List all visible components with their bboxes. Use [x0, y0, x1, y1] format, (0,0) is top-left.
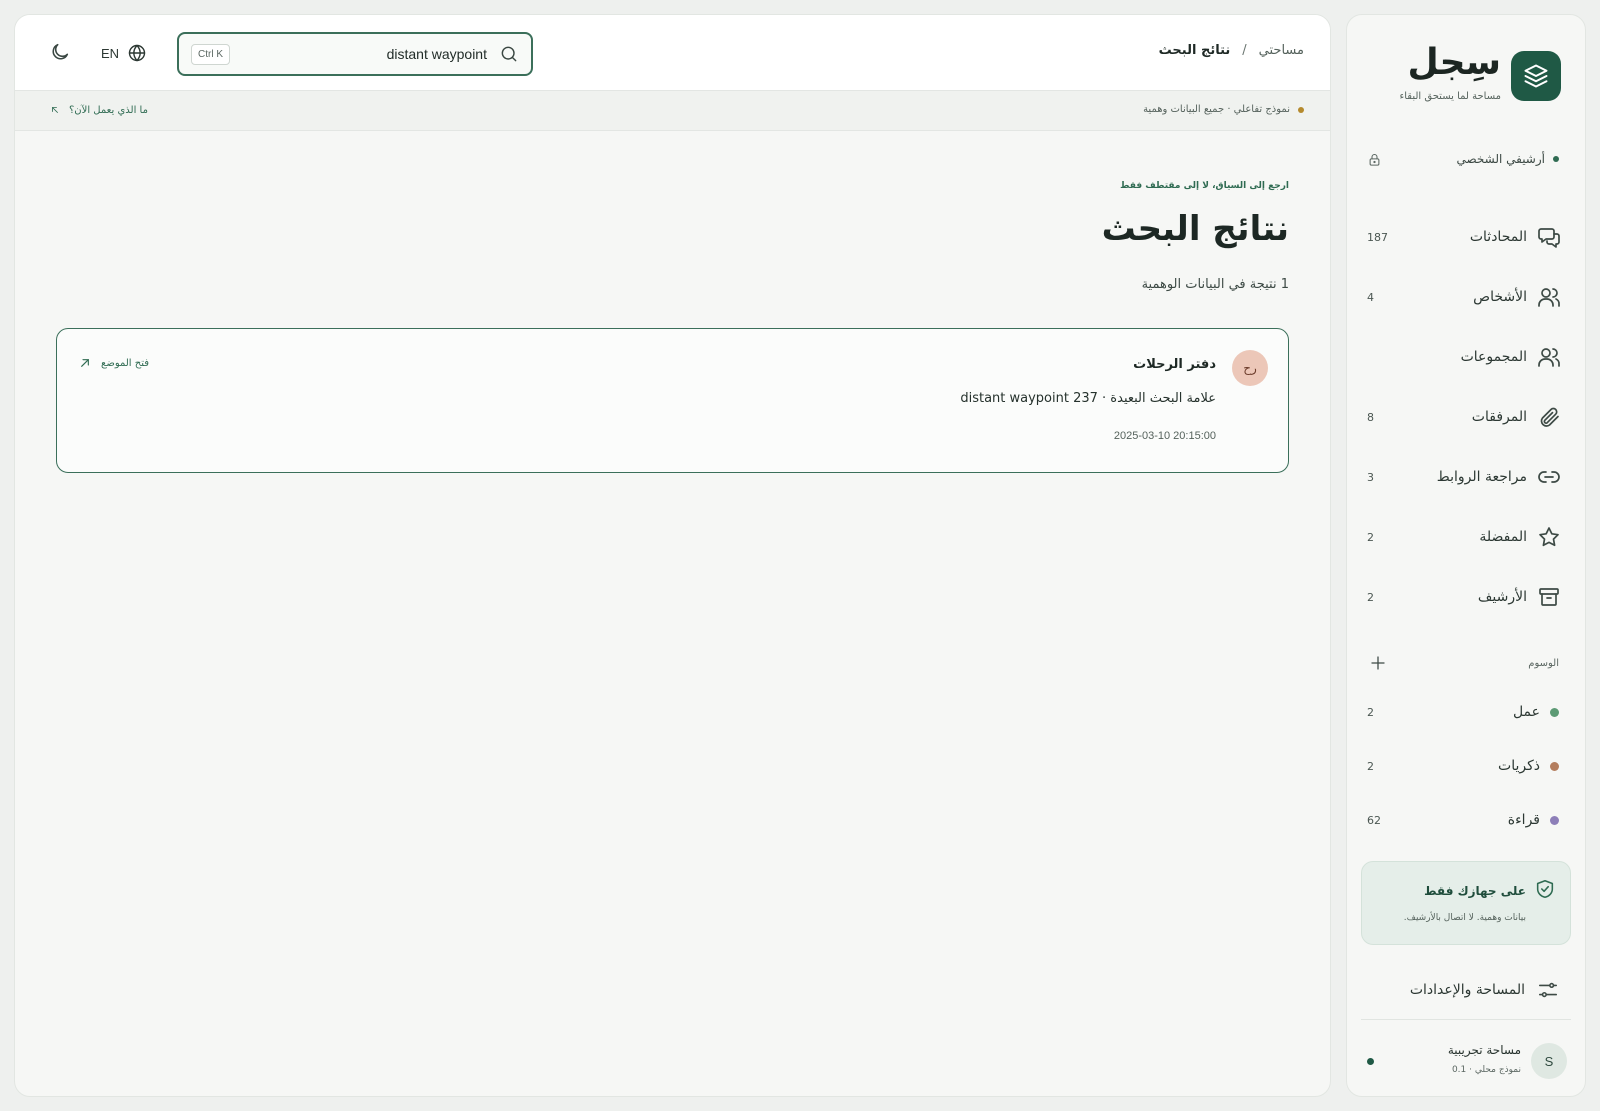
workspace-name: مساحة تجريبية [1447, 1043, 1521, 1057]
search-result-card[interactable]: رح دفتر الرحلات علامة البحث البعيدة · di… [56, 328, 1289, 473]
result-count: 1 نتيجة في البيانات الوهمية [1141, 277, 1289, 292]
top-bar: مساحتي / نتائج البحث distant waypoint Ct… [15, 15, 1330, 91]
moon-icon [52, 43, 69, 60]
count-badge: 8 [1367, 410, 1374, 424]
tag-color-dot [1550, 815, 1559, 825]
tag-color-dot [1550, 761, 1559, 771]
whats-working-label: ما الذي يعمل الآن؟ [69, 104, 148, 116]
search-icon [499, 44, 519, 64]
sidebar-item-label: الأرشيف [1477, 589, 1527, 605]
sidebar-item-favorites[interactable]: المفضلة 2 [1367, 507, 1561, 567]
local-only-subtitle: بيانات وهمية. لا اتصال بالأرشيف. [1403, 913, 1526, 923]
workspace-switcher[interactable]: S مساحة تجريبية نموذج محلي · 0.1 [1365, 1039, 1567, 1083]
tag-item-work[interactable]: عمل 2 [1367, 685, 1559, 739]
archive-label: أرشيفي الشخصي [1456, 152, 1545, 166]
count-badge: 2 [1367, 759, 1374, 773]
logo-layers-icon[interactable] [1511, 51, 1561, 101]
sidebar-item-label: المفضلة [1479, 529, 1527, 545]
tag-label: ذكريات [1498, 758, 1540, 774]
breadcrumb-separator: / [1242, 43, 1247, 58]
sidebar-item-conversations[interactable]: المحادثات 187 [1367, 207, 1561, 267]
workspace-subtitle: نموذج محلي · 0.1 [1451, 1065, 1521, 1075]
breadcrumb-current: نتائج البحث [1158, 43, 1231, 58]
settings-button[interactable]: المساحة والإعدادات [1367, 975, 1559, 1005]
local-only-title: على جهازك فقط [1424, 884, 1526, 898]
sidebar-item-label: المرفقات [1471, 409, 1527, 425]
chat-icon [1537, 225, 1561, 249]
avatar: S [1531, 1043, 1567, 1079]
tags-header: الوسوم [1369, 653, 1559, 673]
notice-dot [1298, 106, 1304, 113]
count-badge: 187 [1367, 230, 1388, 244]
result-timestamp: 2025-03-10 20:15:00 [1113, 430, 1216, 442]
count-badge: 62 [1367, 813, 1381, 827]
open-location-button[interactable]: فتح الموضع [77, 355, 149, 371]
divider [1361, 1019, 1571, 1020]
tag-item-memories[interactable]: ذكريات 2 [1367, 739, 1559, 793]
tag-label: قراءة [1507, 812, 1540, 828]
count-badge: 4 [1367, 290, 1374, 304]
paperclip-icon [1537, 405, 1561, 429]
users-icon [1537, 345, 1561, 369]
main-panel: مساحتي / نتائج البحث distant waypoint Ct… [14, 14, 1331, 1097]
arrow-up-right-icon [77, 355, 93, 371]
link-icon [1537, 465, 1561, 489]
local-only-card: على جهازك فقط بيانات وهمية. لا اتصال بال… [1361, 861, 1571, 945]
result-title: دفتر الرحلات [1133, 357, 1216, 372]
sidebar-item-archive[interactable]: الأرشيف 2 [1367, 567, 1561, 627]
count-badge: 2 [1367, 590, 1374, 604]
sidebar-nav: المحادثات 187 الأشخاص 4 المجموعات المرفق… [1367, 207, 1561, 627]
person-icon [1537, 285, 1561, 309]
sidebar-item-attachments[interactable]: المرفقات 8 [1367, 387, 1561, 447]
tag-item-reading[interactable]: قراءة 62 [1367, 793, 1559, 847]
tag-label: عمل [1512, 704, 1540, 720]
sidebar-item-label: المجموعات [1460, 349, 1527, 365]
status-dot [1553, 156, 1559, 162]
search-input[interactable]: distant waypoint Ctrl K [177, 32, 533, 76]
archive-box-icon [1537, 585, 1561, 609]
tags-heading: الوسوم [1528, 657, 1559, 669]
online-status-dot [1367, 1058, 1374, 1065]
sliders-icon [1537, 979, 1559, 1001]
page-title: نتائج البحث [1101, 209, 1289, 249]
brand-name: سِجل [1407, 42, 1501, 83]
search-query[interactable]: distant waypoint [387, 46, 487, 62]
sidebar-item-people[interactable]: الأشخاص 4 [1367, 267, 1561, 327]
notice-text: نموذج تفاعلي · جميع البيانات وهمية [1143, 104, 1290, 115]
sidebar: سِجل مساحة لما يستحق البقاء أرشيفي الشخص… [1346, 14, 1586, 1097]
dark-mode-toggle[interactable] [49, 41, 71, 63]
add-tag-button[interactable] [1369, 654, 1387, 672]
language-label: EN [101, 45, 120, 61]
sidebar-item-groups[interactable]: المجموعات [1367, 327, 1561, 387]
count-badge: 2 [1367, 530, 1374, 544]
open-location-label: فتح الموضع [101, 357, 150, 369]
arrow-up-left-icon [49, 104, 61, 116]
globe-icon [127, 43, 147, 63]
language-toggle[interactable]: EN [101, 43, 147, 63]
avatar: رح [1232, 350, 1268, 386]
breadcrumb-root-link[interactable]: مساحتي [1259, 43, 1304, 58]
sidebar-item-label: الأشخاص [1473, 289, 1527, 305]
count-badge: 2 [1367, 705, 1374, 719]
result-snippet: علامة البحث البعيدة · distant waypoint 2… [960, 391, 1216, 406]
sidebar-item-link-review[interactable]: مراجعة الروابط 3 [1367, 447, 1561, 507]
tag-list: عمل 2 ذكريات 2 قراءة 62 [1367, 685, 1559, 847]
archive-selector[interactable]: أرشيفي الشخصي [1367, 149, 1559, 169]
settings-label: المساحة والإعدادات [1409, 982, 1525, 998]
lock-icon [1367, 152, 1382, 167]
whats-working-link[interactable]: ما الذي يعمل الآن؟ [49, 104, 148, 116]
back-to-context-link[interactable]: ارجع إلى السياق، لا إلى مقتطف فقط [1120, 181, 1289, 191]
star-icon [1537, 525, 1561, 549]
sidebar-item-label: المحادثات [1469, 229, 1527, 245]
tag-color-dot [1550, 707, 1559, 717]
brand-tagline: مساحة لما يستحق البقاء [1399, 91, 1501, 102]
demo-notice-bar: نموذج تفاعلي · جميع البيانات وهمية ما ال… [15, 91, 1330, 131]
breadcrumb: مساحتي / نتائج البحث [1159, 43, 1304, 58]
count-badge: 3 [1367, 470, 1374, 484]
sidebar-item-label: مراجعة الروابط [1436, 469, 1527, 485]
plus-icon [1371, 656, 1385, 670]
shield-check-icon [1534, 878, 1556, 900]
shortcut-hint: Ctrl K [191, 43, 230, 65]
